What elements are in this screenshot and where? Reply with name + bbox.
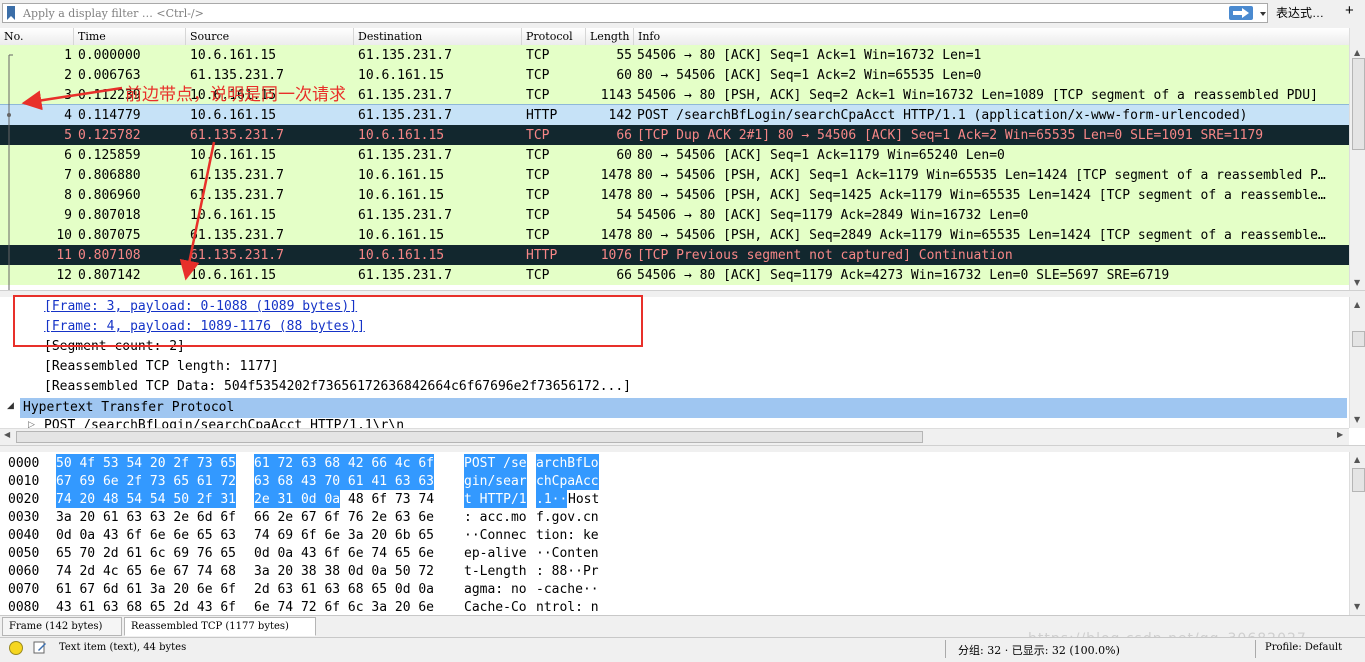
annotation-text: 前边带点，说明是同一次请求: [125, 85, 346, 105]
annotation-highlight-box: [13, 295, 643, 347]
annotation-arrow-down: [179, 141, 216, 281]
annotation-arrow-left: [21, 86, 123, 111]
